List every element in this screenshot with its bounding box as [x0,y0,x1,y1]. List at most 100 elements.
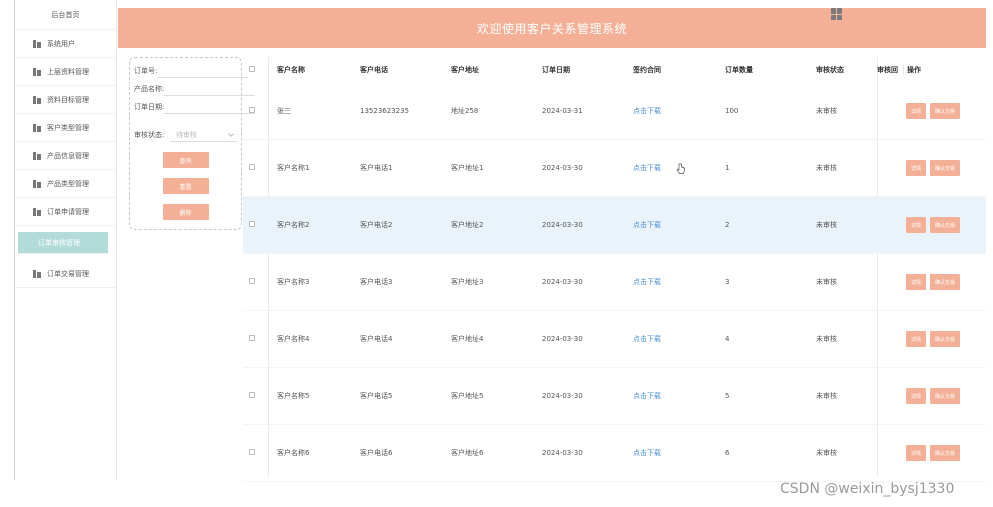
pointer-cursor-icon [676,163,685,174]
delete-button[interactable]: 删除 [162,204,209,220]
status-label: 审核状态: [134,131,165,139]
folder-icon [33,95,41,104]
folder-icon [33,179,41,188]
details-button[interactable]: 详情 [906,274,927,290]
chevron-down-icon [228,130,234,137]
watermark: CSDN @weixin_bysj1330 [780,481,955,497]
cell-status: 未审核 [816,164,837,172]
sidebar-item-label: 资料目标管理 [47,95,89,104]
table-row: 客户名称2 客户电话2 客户地址2 2024-03-30 点击下载 2 未审核 详情 确认交易 [243,197,986,254]
sidebar-item-product-info[interactable]: 产品信息管理 [15,142,116,170]
sidebar-item-order-review[interactable]: 订单审核管理 [18,232,108,254]
details-button[interactable]: 详情 [906,331,927,347]
cell-phone: 13523623235 [360,107,409,115]
download-contract-link[interactable]: 点击下载 [633,221,661,229]
sidebar-item-label: 订单审核管理 [38,238,80,247]
col-header-actions: 操作 [903,65,973,75]
cell-address: 客户地址4 [451,335,484,343]
cell-address: 客户地址2 [451,221,484,229]
product-name-label: 产品名称: [134,85,165,93]
sidebar-item-data-target[interactable]: 资料目标管理 [15,86,116,114]
folder-icon [33,151,41,160]
cell-phone: 客户电话6 [360,449,393,457]
col-header-date: 订单日期 [542,66,570,74]
sidebar-item-upper-data[interactable]: 上层资料管理 [15,58,116,86]
download-contract-link[interactable]: 点击下载 [633,107,661,115]
row-checkbox[interactable] [249,107,255,113]
confirm-trade-button[interactable]: 确认交易 [930,160,961,176]
confirm-trade-button[interactable]: 确认交易 [930,445,961,461]
folder-icon [33,67,41,76]
sidebar-item-label: 客户类型管理 [47,123,89,132]
cell-date: 2024-03-31 [542,107,583,115]
cell-status: 未审核 [816,449,837,457]
sidebar-item-customer-type[interactable]: 客户类型管理 [15,114,116,142]
sidebar-item-order-trade[interactable]: 订单交易管理 [15,260,116,288]
page-title: 欢迎使用客户关系管理系统 [476,21,627,36]
cell-status: 未审核 [816,335,837,343]
confirm-trade-button[interactable]: 确认交易 [930,217,961,233]
col-header-status: 审核状态 [816,66,844,74]
cell-status: 未审核 [816,278,837,286]
orders-table: 客户名称 客户电话 客户地址 订单日期 签约合同 订单数量 审核状态 审核回 操… [243,57,986,482]
folder-icon [33,207,41,216]
sidebar-item-home[interactable]: 后台首页 [15,0,116,30]
row-checkbox[interactable] [249,164,255,170]
table-row: 客户名称1 客户电话1 客户地址1 2024-03-30 点击下载 1 未审核 详情 确认交易 [243,140,986,197]
download-contract-link[interactable]: 点击下载 [633,392,661,400]
cell-date: 2024-03-30 [542,221,583,229]
confirm-trade-button[interactable]: 确认交易 [930,103,961,119]
search-button[interactable]: 查询 [162,152,209,168]
details-button[interactable]: 详情 [906,445,927,461]
row-checkbox[interactable] [249,278,255,284]
row-checkbox[interactable] [249,449,255,455]
cell-status: 未审核 [816,107,837,115]
download-contract-link[interactable]: 点击下载 [633,278,661,286]
cell-date: 2024-03-30 [542,449,583,457]
sidebar-item-product-type[interactable]: 产品类型管理 [15,170,116,198]
cell-address: 地址258 [451,107,479,115]
confirm-trade-button[interactable]: 确认交易 [930,331,961,347]
col-header-address: 客户地址 [451,66,479,74]
download-contract-link[interactable]: 点击下载 [633,164,661,172]
avatar[interactable] [831,8,843,20]
sidebar-item-label: 上层资料管理 [47,67,89,76]
cell-phone: 客户电话5 [360,392,393,400]
table-row: 客户名称4 客户电话4 客户地址4 2024-03-30 点击下载 4 未审核 详情 确认交易 [243,311,986,368]
cell-date: 2024-03-30 [542,335,583,343]
table-row: 客户名称5 客户电话5 客户地址5 2024-03-30 点击下载 5 未审核 详情 确认交易 [243,368,986,425]
row-checkbox[interactable] [249,392,255,398]
download-contract-link[interactable]: 点击下载 [633,449,661,457]
order-date-label: 订单日期: [134,103,165,111]
cell-date: 2024-03-30 [542,278,583,286]
sidebar-item-label: 订单交易管理 [47,269,89,278]
details-button[interactable]: 详情 [906,388,927,404]
folder-icon [33,269,41,278]
order-date-input[interactable] [164,100,256,114]
order-no-input[interactable] [157,64,249,78]
details-button[interactable]: 详情 [906,217,927,233]
header: 欢迎使用客户关系管理系统 [118,8,986,48]
sidebar-item-system-users[interactable]: 系统用户 [15,30,116,58]
col-header-phone: 客户电话 [360,66,388,74]
row-checkbox[interactable] [249,221,255,227]
sidebar-item-order-apply[interactable]: 订单申请管理 [15,198,116,226]
download-contract-link[interactable]: 点击下载 [633,335,661,343]
select-all-checkbox[interactable] [249,66,255,72]
row-checkbox[interactable] [249,335,255,341]
status-select[interactable]: 待审核 [170,129,237,142]
cell-phone: 客户电话4 [360,335,393,343]
cell-quantity: 3 [725,278,730,286]
cell-phone: 客户电话3 [360,278,393,286]
sidebar-item-label: 后台首页 [51,10,80,19]
details-button[interactable]: 详情 [906,103,927,119]
product-name-input[interactable] [164,82,256,96]
folder-icon [33,123,41,132]
confirm-trade-button[interactable]: 确认交易 [930,388,961,404]
confirm-trade-button[interactable]: 确认交易 [930,274,961,290]
reset-button[interactable]: 重置 [162,178,209,194]
col-header-contract: 签约合同 [633,66,661,74]
sidebar-item-label: 系统用户 [47,39,75,48]
cell-name: 客户名称1 [277,164,310,172]
details-button[interactable]: 详情 [906,160,927,176]
